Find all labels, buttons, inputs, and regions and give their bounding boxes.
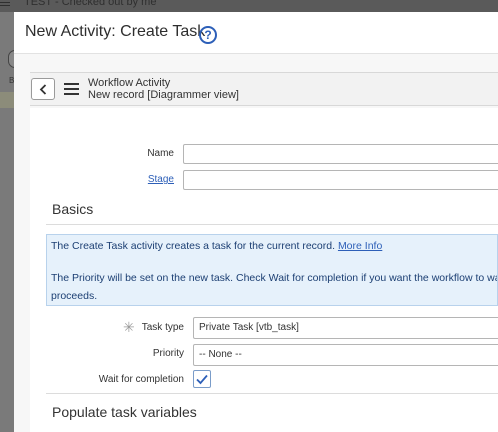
background-app-bar: TEST - Checked out by me (0, 0, 498, 12)
info-message: The Create Task activity creates a task … (46, 234, 498, 306)
basics-section-title: Basics (52, 201, 94, 217)
priority-select[interactable]: -- None -- (193, 344, 498, 366)
basics-divider (46, 224, 498, 225)
background-left-panel: B (0, 12, 22, 432)
task-type-select[interactable]: Private Task [vtb_task] (193, 317, 498, 339)
chevron-left-icon (39, 84, 47, 95)
populate-section-title: Populate task variables (52, 404, 197, 420)
new-activity-modal: New Activity: Create Task ? Workflow Act… (14, 12, 498, 432)
help-icon[interactable]: ? (199, 26, 217, 44)
modal-header: New Activity: Create Task ? (14, 12, 498, 54)
back-button[interactable] (31, 78, 55, 100)
info-line-2: The Priority will be set on the new task… (51, 272, 497, 284)
hamburger-icon[interactable] (64, 83, 79, 95)
background-app-title: TEST - Checked out by me (24, 0, 157, 8)
priority-label: Priority (152, 348, 184, 359)
form-header: Workflow Activity New record [Diagrammer… (30, 72, 498, 106)
wait-for-completion-checkbox[interactable] (193, 370, 211, 388)
stage-input[interactable] (183, 170, 498, 190)
checkmark-icon (196, 374, 208, 385)
mandatory-icon: ✳ (123, 319, 135, 335)
form-body: Name Stage Basics The Create Task activi… (30, 108, 498, 432)
modal-title: New Activity: Create Task (25, 23, 206, 40)
wait-for-completion-label: Wait for completion (98, 374, 184, 385)
populate-divider (46, 393, 498, 394)
info-line-1: The Create Task activity creates a task … (51, 240, 383, 252)
task-type-label: Task type (141, 322, 184, 333)
form-title-line2: New record [Diagrammer view] (88, 89, 239, 101)
menu-icon (0, 0, 10, 8)
name-input[interactable] (183, 144, 498, 164)
more-info-link[interactable]: More Info (338, 240, 382, 252)
name-label: Name (147, 148, 174, 159)
background-highlight (0, 92, 14, 108)
form-title-line1: Workflow Activity (88, 77, 171, 89)
form-title: Workflow Activity New record [Diagrammer… (88, 77, 239, 101)
stage-link[interactable]: Stage (110, 174, 174, 185)
modal-content: Workflow Activity New record [Diagrammer… (14, 54, 498, 432)
info-line-3: proceeds. (51, 290, 98, 302)
